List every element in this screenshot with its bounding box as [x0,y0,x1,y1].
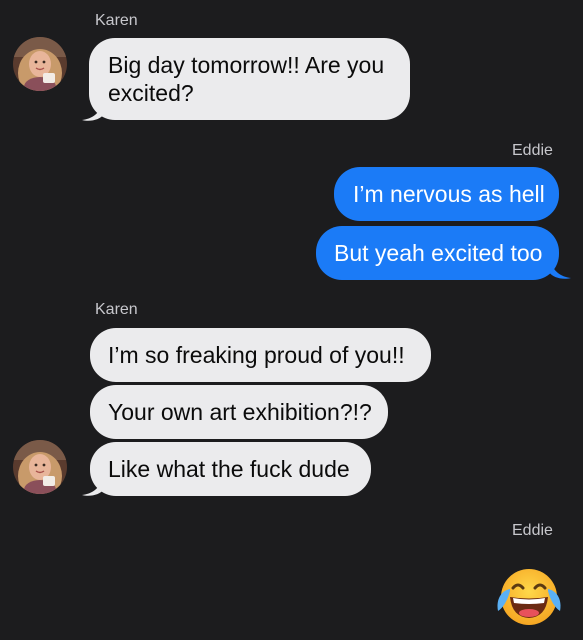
message-text: Like what the fuck dude [108,456,350,482]
message-text-line: excited? [108,80,194,106]
message-text: Your own art exhibition?!? [108,399,372,425]
profile-photo-icon [13,37,67,91]
sender-name-karen: Karen [95,12,138,29]
message-bubble-outgoing[interactable]: I’m nervous as hell [334,167,559,221]
sender-name-karen: Karen [95,301,138,318]
message-text: I’m so freaking proud of you!! [108,342,405,368]
message-bubble-incoming[interactable]: Your own art exhibition?!? [90,385,388,439]
message-text: I’m nervous as hell [353,181,545,207]
karen-avatar[interactable] [13,440,67,494]
message-bubble-incoming[interactable]: Big day tomorrow!! Are you excited? [89,38,410,120]
message-text: But yeah excited too [334,240,543,266]
face-with-tears-of-joy-icon [497,569,561,625]
karen-avatar[interactable] [13,37,67,91]
message-bubble-incoming[interactable]: Like what the fuck dude [90,442,371,496]
message-bubble-incoming[interactable]: I’m so freaking proud of you!! [90,328,431,382]
message-bubble-outgoing[interactable]: But yeah excited too [316,226,559,280]
sender-name-eddie: Eddie [512,142,553,159]
message-text-line: Big day tomorrow!! Are you [108,52,385,78]
emoji-message[interactable] [496,567,562,632]
profile-photo-icon [13,440,67,494]
sender-name-eddie: Eddie [512,522,553,539]
